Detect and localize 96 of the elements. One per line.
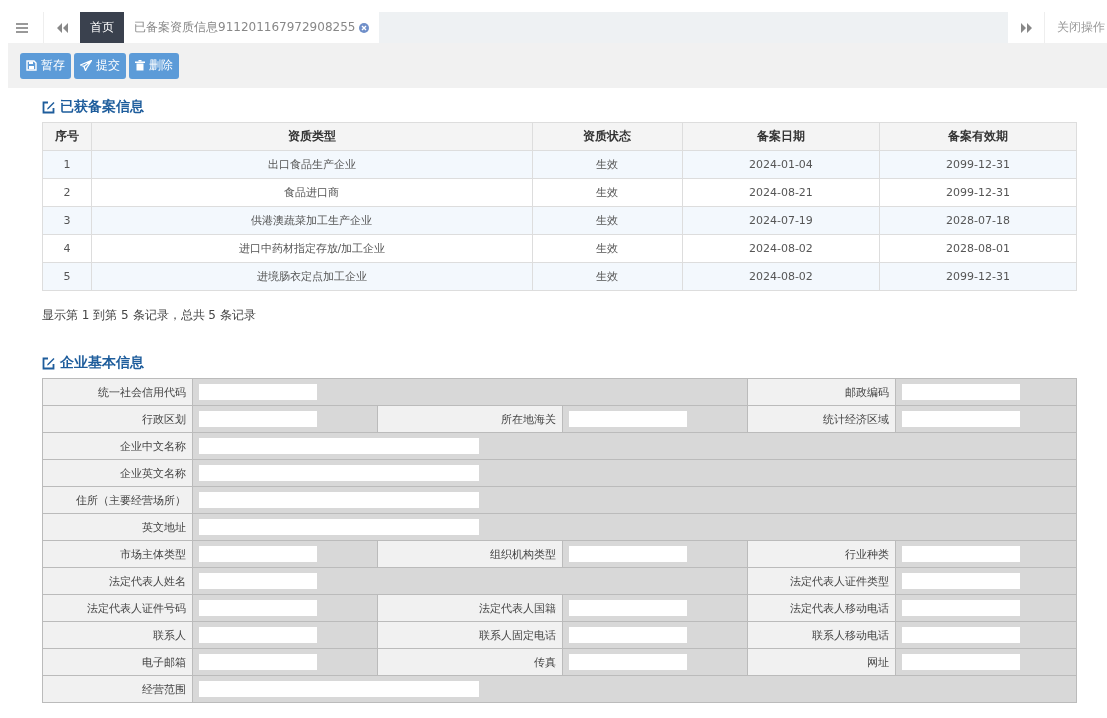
column-header: 备案有效期 xyxy=(879,122,1077,151)
input-field[interactable] xyxy=(569,546,687,562)
close-icon[interactable] xyxy=(359,22,370,33)
input-field[interactable] xyxy=(199,411,317,427)
input-field[interactable] xyxy=(902,654,1020,670)
table-cell: 2 xyxy=(42,178,92,207)
input-field[interactable] xyxy=(902,384,1020,400)
field-label: 行业种类 xyxy=(748,541,896,568)
toolbar-button[interactable]: 删除 xyxy=(129,52,179,79)
field-label: 联系人移动电话 xyxy=(748,622,896,649)
input-field[interactable] xyxy=(199,492,479,508)
input-field[interactable] xyxy=(569,654,687,670)
field-label: 法定代表人国籍 xyxy=(378,595,563,622)
input-field[interactable] xyxy=(199,519,479,535)
edit-icon xyxy=(42,356,55,370)
tab[interactable]: 已备案资质信息911201167972908255 xyxy=(124,12,380,43)
table-cell: 2099-12-31 xyxy=(879,178,1077,207)
table-cell: 2099-12-31 xyxy=(879,150,1077,179)
field-label: 市场主体类型 xyxy=(43,541,193,568)
field-label: 英文地址 xyxy=(43,514,193,541)
table-cell: 出口食品生产企业 xyxy=(91,150,533,179)
column-header: 资质状态 xyxy=(532,122,683,151)
field-label: 企业英文名称 xyxy=(43,460,193,487)
field-label: 网址 xyxy=(748,649,896,676)
table-cell: 5 xyxy=(42,262,92,291)
input-field[interactable] xyxy=(569,411,687,427)
input-field[interactable] xyxy=(199,600,317,616)
table-cell: 2024-08-02 xyxy=(682,234,880,263)
table-cell: 进境肠衣定点加工企业 xyxy=(91,262,533,291)
input-field[interactable] xyxy=(569,600,687,616)
table-cell: 2099-12-31 xyxy=(879,262,1077,291)
table-cell: 食品进口商 xyxy=(91,178,533,207)
column-header: 资质类型 xyxy=(91,122,533,151)
table-cell: 4 xyxy=(42,234,92,263)
save-icon xyxy=(26,60,37,71)
edit-icon xyxy=(42,100,55,114)
field-label: 邮政编码 xyxy=(748,379,896,406)
table-cell: 2024-08-02 xyxy=(682,262,880,291)
input-field[interactable] xyxy=(199,654,317,670)
field-label: 企业中文名称 xyxy=(43,433,193,460)
input-field[interactable] xyxy=(199,573,317,589)
table-cell: 生效 xyxy=(532,206,683,235)
field-label: 法定代表人证件类型 xyxy=(748,568,896,595)
column-header: 备案日期 xyxy=(682,122,880,151)
paper-plane-icon xyxy=(80,60,92,71)
input-field[interactable] xyxy=(902,600,1020,616)
column-header: 序号 xyxy=(42,122,92,151)
field-label: 传真 xyxy=(378,649,563,676)
table-cell: 2024-08-21 xyxy=(682,178,880,207)
input-field[interactable] xyxy=(199,627,317,643)
toolbar-button[interactable]: 提交 xyxy=(74,52,126,79)
field-label: 法定代表人移动电话 xyxy=(748,595,896,622)
section-title: 企业基本信息 xyxy=(42,354,144,372)
field-label: 所在地海关 xyxy=(378,406,563,433)
section-title: 已获备案信息 xyxy=(42,98,144,116)
table-cell: 生效 xyxy=(532,150,683,179)
input-field[interactable] xyxy=(199,465,479,481)
field-label: 经营范围 xyxy=(43,676,193,703)
table-cell: 2028-08-01 xyxy=(879,234,1077,263)
input-field[interactable] xyxy=(199,384,317,400)
input-field[interactable] xyxy=(199,438,479,454)
table-cell: 2028-07-18 xyxy=(879,206,1077,235)
double-right-arrow-icon[interactable] xyxy=(1020,22,1032,33)
field-label: 电子邮箱 xyxy=(43,649,193,676)
pagination-summary: 显示第 1 到第 5 条记录，总共 5 条记录 xyxy=(42,307,256,324)
field-label: 联系人固定电话 xyxy=(378,622,563,649)
table-cell: 3 xyxy=(42,206,92,235)
field-label: 行政区划 xyxy=(43,406,193,433)
trash-icon xyxy=(135,60,145,71)
input-field[interactable] xyxy=(569,627,687,643)
input-field[interactable] xyxy=(902,411,1020,427)
table-cell: 生效 xyxy=(532,262,683,291)
close-actions-menu[interactable]: 关闭操作 xyxy=(1045,12,1107,43)
table-cell: 生效 xyxy=(532,234,683,263)
menu-icon[interactable] xyxy=(15,22,28,33)
input-field[interactable] xyxy=(199,681,479,697)
table-cell: 2024-07-19 xyxy=(682,206,880,235)
table-cell: 2024-01-04 xyxy=(682,150,880,179)
toolbar-button[interactable]: 暂存 xyxy=(20,52,71,79)
double-left-arrow-icon[interactable] xyxy=(56,22,68,33)
field-label: 法定代表人证件号码 xyxy=(43,595,193,622)
input-field[interactable] xyxy=(902,573,1020,589)
table-cell: 进口中药材指定存放/加工企业 xyxy=(91,234,533,263)
table-cell: 生效 xyxy=(532,178,683,207)
field-label: 统一社会信用代码 xyxy=(43,379,193,406)
input-field[interactable] xyxy=(902,627,1020,643)
tab[interactable]: 首页 xyxy=(80,12,124,43)
field-label: 统计经济区域 xyxy=(748,406,896,433)
input-field[interactable] xyxy=(902,546,1020,562)
field-label: 联系人 xyxy=(43,622,193,649)
field-label: 住所（主要经营场所） xyxy=(43,487,193,514)
table-cell: 1 xyxy=(42,150,92,179)
table-cell: 供港澳蔬菜加工生产企业 xyxy=(91,206,533,235)
input-field[interactable] xyxy=(199,546,317,562)
field-label: 组织机构类型 xyxy=(378,541,563,568)
field-label: 法定代表人姓名 xyxy=(43,568,193,595)
